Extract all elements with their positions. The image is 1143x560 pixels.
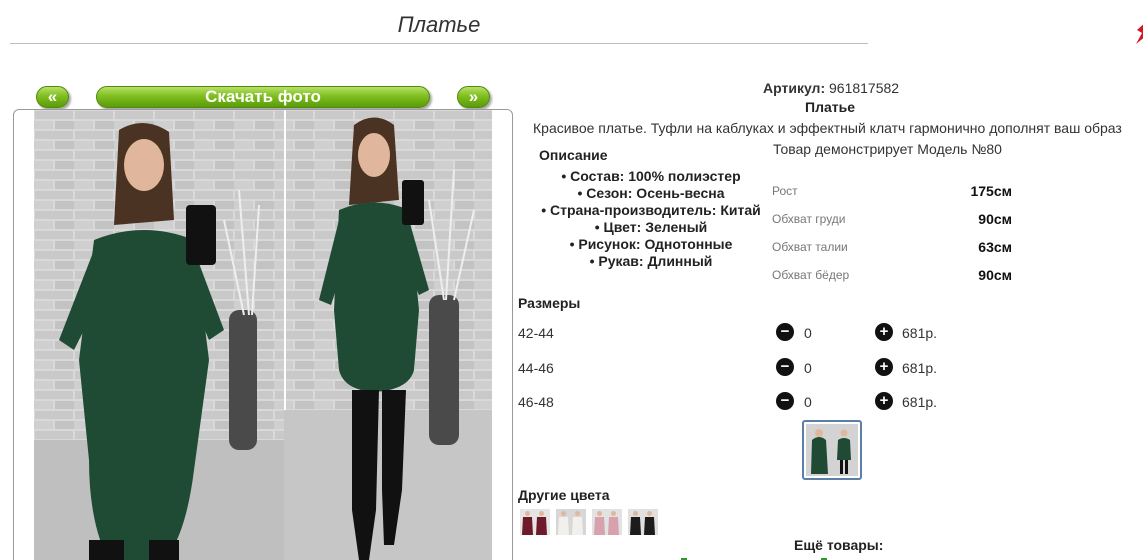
measurement-value: 175см	[970, 183, 1012, 199]
size-label: 42-44	[518, 325, 554, 341]
download-photo-button[interactable]: Скачать фото	[96, 86, 430, 108]
measurement-value: 90см	[978, 267, 1012, 283]
measurement-value: 90см	[978, 211, 1012, 227]
measurement-label: Обхват груди	[772, 212, 846, 226]
price-value: 681р.	[902, 394, 938, 410]
article-label: Артикул:	[763, 80, 826, 96]
measurement-label: Рост	[772, 184, 798, 198]
property-item: Страна-производитель: Китай	[516, 202, 786, 219]
product-photo-frame	[13, 109, 513, 560]
minus-icon[interactable]: −	[776, 323, 794, 341]
size-label: 44-46	[518, 360, 554, 376]
product-description: Красивое платье. Туфли на каблуках и эфф…	[533, 120, 1122, 136]
measurement-label: Обхват бёдер	[772, 268, 850, 282]
description-heading: Описание	[539, 147, 608, 163]
quantity-value: 0	[804, 360, 812, 376]
more-products-strip	[681, 558, 827, 560]
sizes-heading: Размеры	[518, 295, 581, 311]
plus-icon[interactable]: +	[875, 358, 893, 376]
property-item: Сезон: Осень-весна	[516, 185, 786, 202]
color-swatch-burgundy[interactable]	[520, 509, 550, 535]
measurement-label: Обхват талии	[772, 240, 848, 254]
price-value: 681р.	[902, 360, 938, 376]
other-colors-heading: Другие цвета	[518, 487, 610, 503]
more-products-heading: Ещё товары:	[794, 537, 884, 553]
minus-icon[interactable]: −	[776, 392, 794, 410]
cart-icon[interactable]	[1134, 20, 1143, 46]
quantity-value: 0	[804, 394, 812, 410]
product-name: Платье	[805, 99, 855, 115]
measurement-value: 63см	[978, 239, 1012, 255]
prev-photo-button[interactable]: «	[36, 86, 69, 108]
color-swatch-pink[interactable]	[592, 509, 622, 535]
measurement-row: Рост 175см	[772, 181, 1012, 209]
property-item: Рукав: Длинный	[516, 253, 786, 270]
thumbnail-image	[806, 424, 858, 476]
next-photo-button[interactable]: »	[457, 86, 490, 108]
article-line: Артикул: 961817582	[763, 80, 899, 96]
article-value: 961817582	[829, 80, 900, 96]
size-row: 46-48 − 0 + 681р.	[518, 391, 958, 413]
measurement-row: Обхват груди 90см	[772, 209, 1012, 237]
model-title: Товар демонстрирует Модель №80	[773, 141, 1002, 157]
quantity-value: 0	[804, 325, 812, 341]
property-item: Рисунок: Однотонные	[516, 236, 786, 253]
size-row: 44-46 − 0 + 681р.	[518, 357, 958, 379]
property-list: Состав: 100% полиэстер Сезон: Осень-весн…	[516, 168, 786, 270]
minus-icon[interactable]: −	[776, 358, 794, 376]
model-measurements: Рост 175см Обхват груди 90см Обхват тали…	[772, 181, 1012, 293]
plus-icon[interactable]: +	[875, 323, 893, 341]
title-divider	[10, 43, 868, 44]
color-swatch-black[interactable]	[628, 509, 658, 535]
measurement-row: Обхват талии 63см	[772, 237, 1012, 265]
size-row: 42-44 − 0 + 681р.	[518, 322, 958, 344]
property-item: Цвет: Зеленый	[516, 219, 786, 236]
size-label: 46-48	[518, 394, 554, 410]
photo-thumbnail[interactable]	[802, 420, 862, 480]
page-title: Платье	[397, 12, 481, 37]
color-swatch-white[interactable]	[556, 509, 586, 535]
measurement-row: Обхват бёдер 90см	[772, 265, 1012, 293]
product-photo[interactable]	[34, 110, 492, 560]
price-value: 681р.	[902, 325, 938, 341]
property-item: Состав: 100% полиэстер	[516, 168, 786, 185]
plus-icon[interactable]: +	[875, 392, 893, 410]
